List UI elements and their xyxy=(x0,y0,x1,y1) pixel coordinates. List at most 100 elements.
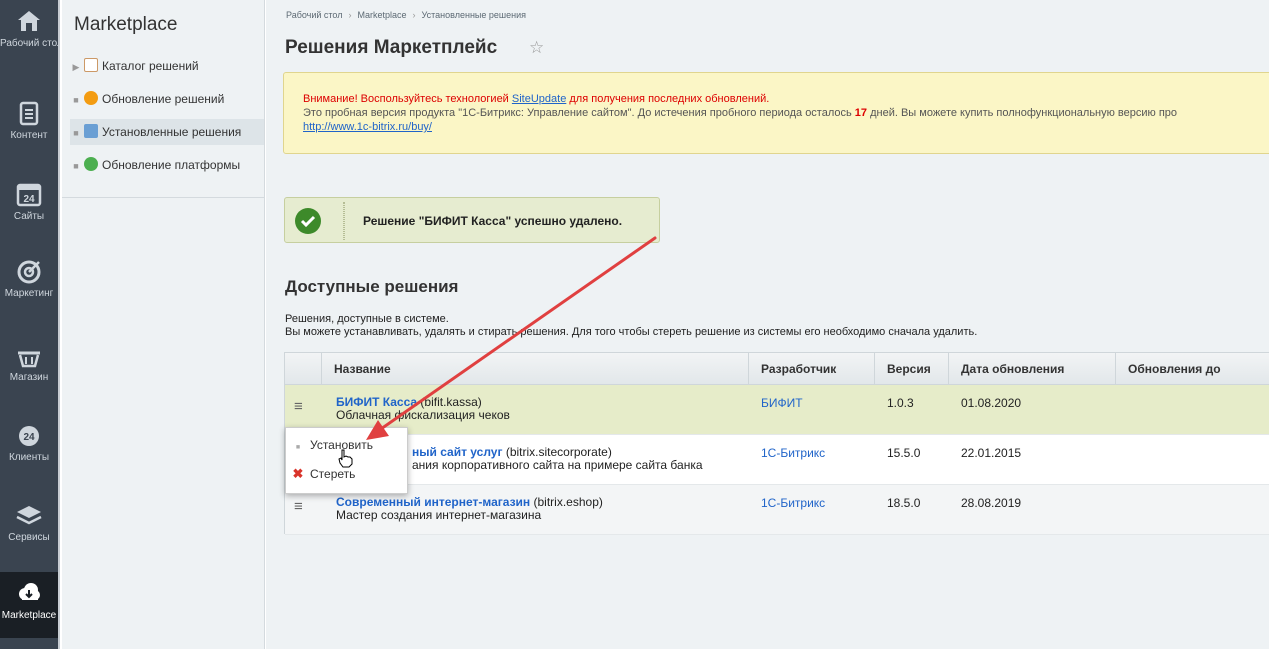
section-sidebar: Marketplace ▶ Каталог решений ■ Обновление… xyxy=(62,0,265,649)
sidebar-item-updates[interactable]: ■ Обновление решений xyxy=(70,86,264,112)
breadcrumb-item[interactable]: Установленные решения xyxy=(422,10,526,20)
bullet-icon: ■ xyxy=(73,95,79,105)
version-cell: 15.5.0 xyxy=(887,446,921,460)
favorite-star-icon[interactable]: ☆ xyxy=(529,38,544,58)
sidebar-item-label: Установленные решения xyxy=(102,125,242,139)
sidebar-title: Marketplace xyxy=(74,14,178,35)
sidebar-item-installed[interactable]: ■ Установленные решения xyxy=(70,119,264,145)
message-divider xyxy=(343,202,345,240)
rail-item-sites[interactable]: 24 Сайты xyxy=(0,173,58,243)
document-icon xyxy=(19,101,39,126)
rail-item-marketing[interactable]: Маркетинг xyxy=(0,250,58,320)
solution-description: Облачная фискализация чеков xyxy=(336,408,510,422)
notice-warn-suffix: для получения последних обновлений. xyxy=(566,93,770,105)
breadcrumb-item[interactable]: Рабочий стол xyxy=(286,10,343,20)
expand-arrow-icon[interactable]: ▶ xyxy=(70,54,82,80)
developer-link[interactable]: БИФИТ xyxy=(761,396,803,410)
breadcrumb-item[interactable]: Marketplace xyxy=(358,10,407,20)
solution-name-cell: ный сайт услуг (bitrix.sitecorporate) ани… xyxy=(412,446,703,472)
notice-body-suffix: дней. Вы можете купить полнофункциональн… xyxy=(867,107,1178,119)
solution-name-link[interactable]: ный сайт услуг xyxy=(412,445,502,459)
sidebar-item-catalog[interactable]: ▶ Каталог решений xyxy=(70,53,264,79)
update-date-cell: 28.08.2019 xyxy=(961,496,1022,510)
home-icon xyxy=(18,11,40,31)
rail-label: Маркетинг xyxy=(4,288,54,299)
clients-icon: 24 xyxy=(19,426,39,446)
version-cell: 1.0.3 xyxy=(887,396,914,410)
rail-label: Сайты xyxy=(13,211,45,222)
solution-description: ания корпоративного сайта на примере сай… xyxy=(412,458,703,472)
rail-label: Контент xyxy=(10,130,48,141)
sidebar-divider xyxy=(62,197,265,198)
column-header-developer[interactable]: Разработчик xyxy=(748,353,874,385)
sidebar-item-label: Обновление решений xyxy=(102,92,225,106)
rail-label: Рабочий стол xyxy=(0,38,58,49)
section-description: Решения, доступные в системе. Вы можете … xyxy=(285,313,977,339)
sidebar-item-label: Каталог решений xyxy=(102,59,199,73)
rail-label: Marketplace xyxy=(1,610,57,621)
main-content: Рабочий стол › Marketplace › Установленные р… xyxy=(266,0,1269,649)
success-message: Решение "БИФИТ Касса" успешно удалено. xyxy=(284,197,660,243)
developer-link[interactable]: 1С-Битрикс xyxy=(761,496,825,510)
column-header-updates-until[interactable]: Обновления до xyxy=(1115,353,1269,385)
update-date-cell: 01.08.2020 xyxy=(961,396,1022,410)
svg-text:24: 24 xyxy=(23,432,35,443)
table-row[interactable]: ≡ Современный интернет-магазин (bitrix.e… xyxy=(285,485,1269,535)
row-menu-icon[interactable]: ≡ xyxy=(294,398,308,415)
notice-body-prefix: Это пробная версия продукта "1С-Битрикс:… xyxy=(303,107,855,119)
section-title: Доступные решения xyxy=(285,277,459,296)
solution-name-cell: Современный интернет-магазин (bitrix.esh… xyxy=(336,496,603,522)
notice-warn-prefix: Внимание! Воспользуйтесь технологией xyxy=(303,93,512,105)
table-row[interactable]: ≡ БИФИТ Касса (bifit.kassa) Облачная фиск… xyxy=(285,385,1269,435)
rail-item-marketplace[interactable]: Marketplace xyxy=(0,572,58,638)
solutions-grid: Название Разработчик Версия Дата обновле… xyxy=(284,352,1269,535)
calendar-icon: 24 xyxy=(16,183,42,207)
catalog-icon xyxy=(84,58,98,72)
developer-link[interactable]: 1С-Битрикс xyxy=(761,446,825,460)
column-header-update-date[interactable]: Дата обновления xyxy=(948,353,1115,385)
checkmark-icon xyxy=(295,208,321,234)
basket-icon xyxy=(18,351,40,368)
solution-code: (bifit.kassa) xyxy=(417,395,482,409)
solution-code: (bitrix.eshop) xyxy=(530,495,603,509)
update-date-cell: 22.01.2015 xyxy=(961,446,1022,460)
svg-text:24: 24 xyxy=(23,194,35,205)
solution-description: Мастер создания интернет-магазина xyxy=(336,508,542,522)
trial-notice: Внимание! Воспользуйтесь технологией Sit… xyxy=(283,72,1269,154)
rail-item-content[interactable]: Контент xyxy=(0,92,58,162)
rail-item-services[interactable]: Сервисы xyxy=(0,494,58,564)
target-icon xyxy=(17,260,41,284)
solution-code: (bitrix.sitecorporate) xyxy=(502,445,612,459)
breadcrumb-separator: › xyxy=(412,10,416,20)
sidebar-item-label: Обновление платформы xyxy=(102,158,241,172)
version-cell: 18.5.0 xyxy=(887,496,921,510)
bullet-icon: ■ xyxy=(73,161,79,171)
column-header-version[interactable]: Версия xyxy=(874,353,948,385)
grid-header: Название Разработчик Версия Дата обновле… xyxy=(285,353,1269,385)
solution-name-link[interactable]: Современный интернет-магазин xyxy=(336,495,530,509)
solution-name-link[interactable]: БИФИТ Касса xyxy=(336,395,417,409)
success-text: Решение "БИФИТ Касса" успешно удалено. xyxy=(363,214,623,228)
delete-x-icon: ✖ xyxy=(292,466,304,481)
table-row[interactable]: ≡ ный сайт услуг (bitrix.sitecorporate)а… xyxy=(285,435,1269,485)
rail-label: Клиенты xyxy=(8,452,50,463)
installed-icon xyxy=(84,124,98,138)
cloud-download-icon xyxy=(19,583,40,600)
page-title: Решения Маркетплейс xyxy=(285,37,498,58)
section-desc-line: Решения, доступные в системе. xyxy=(285,313,449,325)
buy-link[interactable]: http://www.1c-bitrix.ru/buy/ xyxy=(303,121,432,133)
rail-item-clients[interactable]: 24 Клиенты xyxy=(0,414,58,484)
rail-label: Сервисы xyxy=(8,532,50,543)
bullet-icon: ■ xyxy=(295,444,301,451)
column-header-name[interactable]: Название xyxy=(321,353,748,385)
sidebar-item-platform-update[interactable]: ■ Обновление платформы xyxy=(70,152,264,178)
hand-cursor-icon xyxy=(338,449,353,468)
rail-item-shop[interactable]: Магазин xyxy=(0,334,58,404)
row-menu-icon[interactable]: ≡ xyxy=(294,498,308,515)
update-icon xyxy=(84,91,98,105)
rail-item-desktop[interactable]: Рабочий стол xyxy=(0,0,58,70)
notice-body: Это пробная версия продукта "1С-Битрикс:… xyxy=(303,106,1269,120)
breadcrumb: Рабочий стол › Marketplace › Установленные р… xyxy=(286,10,526,20)
siteupdate-link[interactable]: SiteUpdate xyxy=(512,93,566,105)
notice-warning: Внимание! Воспользуйтесь технологией Sit… xyxy=(303,92,1269,106)
